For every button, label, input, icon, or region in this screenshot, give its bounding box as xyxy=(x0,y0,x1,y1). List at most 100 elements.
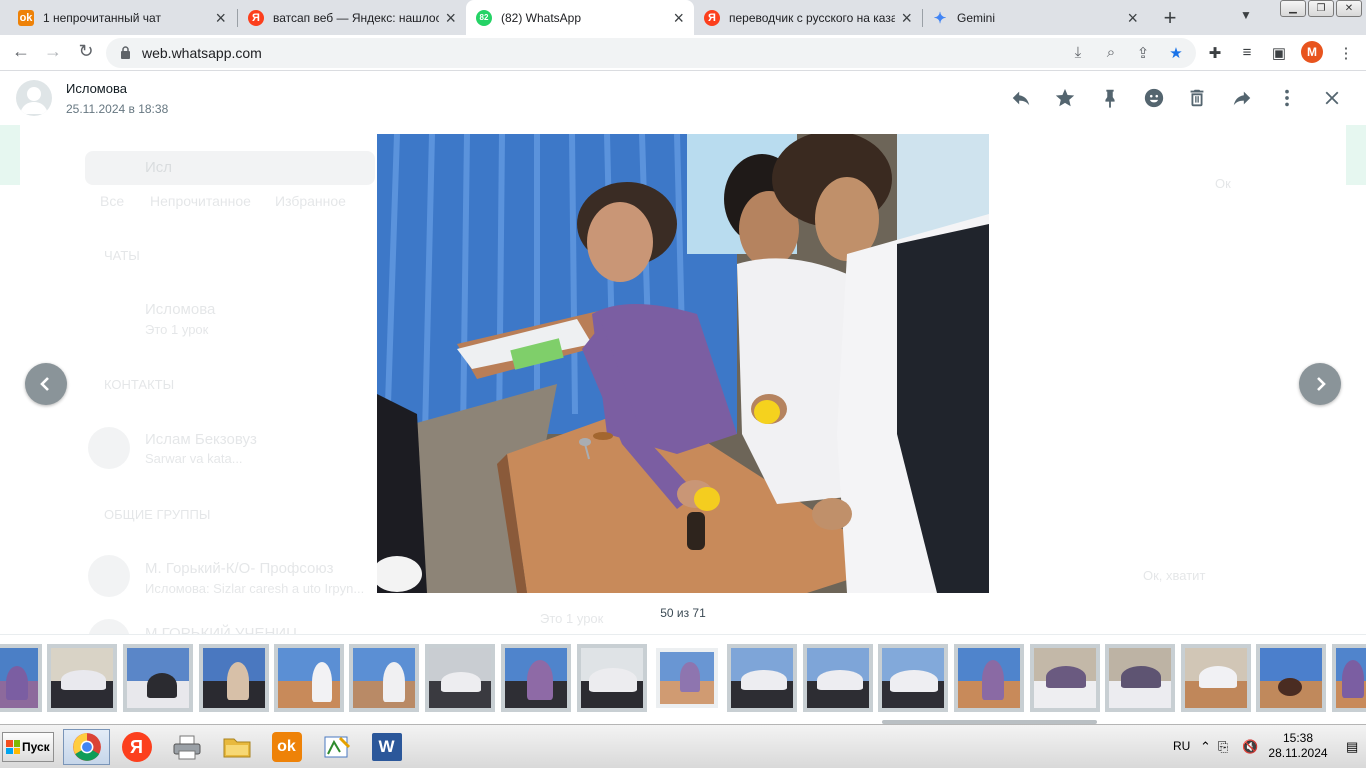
window-controls: ▁ ❐ ✕ xyxy=(1280,0,1362,17)
next-media-button[interactable] xyxy=(1299,363,1341,405)
forward-icon[interactable]: → xyxy=(41,41,65,62)
windows-flag-icon xyxy=(6,740,20,754)
thumbnail-strip xyxy=(0,634,1366,724)
star-icon[interactable] xyxy=(1052,85,1078,111)
thumbnail[interactable] xyxy=(47,644,117,712)
close-tab-icon[interactable]: × xyxy=(901,9,912,27)
bg-contact-preview: Sarwar va kata... xyxy=(145,451,243,466)
address-bar[interactable]: web.whatsapp.com ⤓ ⌕ ⇪ ★ xyxy=(106,38,1196,68)
thumbnail[interactable] xyxy=(727,644,797,712)
minimize-icon[interactable]: ▁ xyxy=(1280,0,1306,17)
browser-toolbar: ← → ↻ web.whatsapp.com ⤓ ⌕ ⇪ ★ ✚ ≡ ▣ M ⋮ xyxy=(0,35,1366,71)
bg-search-query: Исл xyxy=(145,159,173,176)
chrome-icon[interactable] xyxy=(63,729,110,765)
system-clock[interactable]: 15:38 28.11.2024 xyxy=(1258,731,1338,761)
pin-icon[interactable] xyxy=(1097,85,1123,111)
whatsapp-icon: 82 xyxy=(476,9,492,26)
bg-filter-all: Все xyxy=(100,193,125,209)
side-panel-icon[interactable]: ▣ xyxy=(1269,44,1289,62)
tab-odnoklassniki[interactable]: ok 1 непрочитанный чат × xyxy=(8,0,236,35)
viewer-header: Исломова 25.11.2024 в 18:38 xyxy=(0,71,1366,125)
thumbnail[interactable] xyxy=(1332,644,1366,712)
bg-chat-preview: Это 1 урок xyxy=(145,322,209,337)
reload-icon[interactable]: ↻ xyxy=(74,41,98,62)
thumbnail[interactable] xyxy=(803,644,873,712)
browser-tab-strip: ok 1 непрочитанный чат × Я ватсап веб — … xyxy=(0,0,1366,35)
thumbnail[interactable] xyxy=(425,644,495,712)
bg-group1-preview: Исломова: Sizlar caresh a uto Irpyn... xyxy=(145,581,365,596)
network-icon[interactable]: ⎘ xyxy=(1218,739,1228,755)
extensions-icon[interactable]: ✚ xyxy=(1205,44,1225,62)
yandex-browser-icon[interactable]: Я xyxy=(113,729,160,765)
clock-time: 15:38 xyxy=(1282,731,1314,745)
thumbnail[interactable] xyxy=(274,644,344,712)
install-app-icon[interactable]: ⤓ xyxy=(1068,44,1088,61)
tab-gemini[interactable]: ✦ Gemini × xyxy=(922,0,1148,35)
thumbnail[interactable] xyxy=(0,644,42,712)
thumbnail[interactable] xyxy=(954,644,1024,712)
bg-group1-name: М. Горький-К/О- Профсоюз xyxy=(145,560,334,577)
yandex-icon: Я xyxy=(704,9,720,26)
thumbnail[interactable] xyxy=(1105,644,1175,712)
clock-date: 28.11.2024 xyxy=(1268,746,1328,760)
show-hidden-icons[interactable]: ⌃ xyxy=(1200,739,1211,755)
bg-filter-favorites: Избранное xyxy=(275,193,346,209)
action-center-icon[interactable]: ▤ xyxy=(1346,739,1358,755)
chevron-down-icon[interactable]: ▼ xyxy=(1240,8,1252,22)
tab-title: ватсап веб — Яндекс: нашлось 2 xyxy=(273,10,440,25)
yandex-icon: Я xyxy=(248,9,264,26)
thumbnail[interactable] xyxy=(577,644,647,712)
folder-icon[interactable] xyxy=(213,729,260,765)
thumbnail[interactable] xyxy=(501,644,571,712)
bookmark-star-icon[interactable]: ★ xyxy=(1166,44,1186,62)
thumbnail[interactable] xyxy=(1030,644,1100,712)
volume-muted-icon[interactable]: 🔇 xyxy=(1242,739,1258,755)
close-tab-icon[interactable]: × xyxy=(445,9,456,27)
media-photo[interactable] xyxy=(377,134,989,593)
media-control-icon[interactable]: ≡ xyxy=(1237,44,1257,61)
reply-icon[interactable] xyxy=(1008,85,1034,111)
profile-avatar[interactable]: M xyxy=(1301,41,1323,63)
menu-icon[interactable] xyxy=(1274,85,1300,111)
url-text[interactable]: web.whatsapp.com xyxy=(142,45,262,61)
thumbnail[interactable] xyxy=(1181,644,1251,712)
word-icon[interactable]: W xyxy=(363,729,410,765)
tab-yandex-search[interactable]: Я ватсап веб — Яндекс: нашлось 2 × xyxy=(238,0,466,35)
close-tab-icon[interactable]: × xyxy=(1127,9,1138,27)
windows-taskbar: Пуск Я ok W RU ⌃ ⎘ 🔇 15:38 28.11.2024 ▤ xyxy=(0,724,1366,768)
tab-translator[interactable]: Я переводчик с русского на казах × xyxy=(694,0,922,35)
bg-section-contacts: КОНТАКТЫ xyxy=(104,377,175,392)
thumbnail[interactable] xyxy=(349,644,419,712)
bg-section-chats: ЧАТЫ xyxy=(104,248,140,263)
share-icon[interactable]: ⇪ xyxy=(1133,44,1153,62)
close-tab-icon[interactable]: × xyxy=(215,9,226,27)
browser-menu-icon[interactable]: ⋮ xyxy=(1336,44,1356,62)
paint-icon[interactable] xyxy=(313,729,360,765)
start-button[interactable]: Пуск xyxy=(2,732,54,762)
start-label: Пуск xyxy=(22,740,50,754)
back-icon[interactable]: ← xyxy=(9,41,33,62)
close-icon[interactable] xyxy=(1319,85,1345,111)
previous-media-button[interactable] xyxy=(25,363,67,405)
avatar[interactable] xyxy=(16,80,52,116)
sender-name[interactable]: Исломова xyxy=(66,81,127,96)
thumbnail[interactable] xyxy=(199,644,269,712)
tab-whatsapp[interactable]: 82 (82) WhatsApp × xyxy=(466,0,694,35)
new-tab-icon[interactable]: + xyxy=(1159,5,1181,31)
thumbnail[interactable] xyxy=(1256,644,1326,712)
thumbnail[interactable] xyxy=(123,644,193,712)
window-close-icon[interactable]: ✕ xyxy=(1336,0,1362,17)
bg-section-groups: ОБЩИЕ ГРУППЫ xyxy=(104,507,211,522)
language-indicator[interactable]: RU xyxy=(1173,739,1190,753)
delete-icon[interactable] xyxy=(1184,85,1210,111)
forward-icon[interactable] xyxy=(1229,85,1255,111)
close-tab-icon[interactable]: × xyxy=(673,9,684,27)
thumbnail-selected[interactable] xyxy=(656,648,718,708)
printer-icon[interactable] xyxy=(163,729,210,765)
restore-icon[interactable]: ❐ xyxy=(1308,0,1334,17)
odnoklassniki-icon[interactable]: ok xyxy=(263,729,310,765)
emoji-icon[interactable] xyxy=(1141,85,1167,111)
odnoklassniki-icon: ok xyxy=(18,9,34,26)
zoom-icon[interactable]: ⌕ xyxy=(1101,44,1121,61)
thumbnail[interactable] xyxy=(878,644,948,712)
